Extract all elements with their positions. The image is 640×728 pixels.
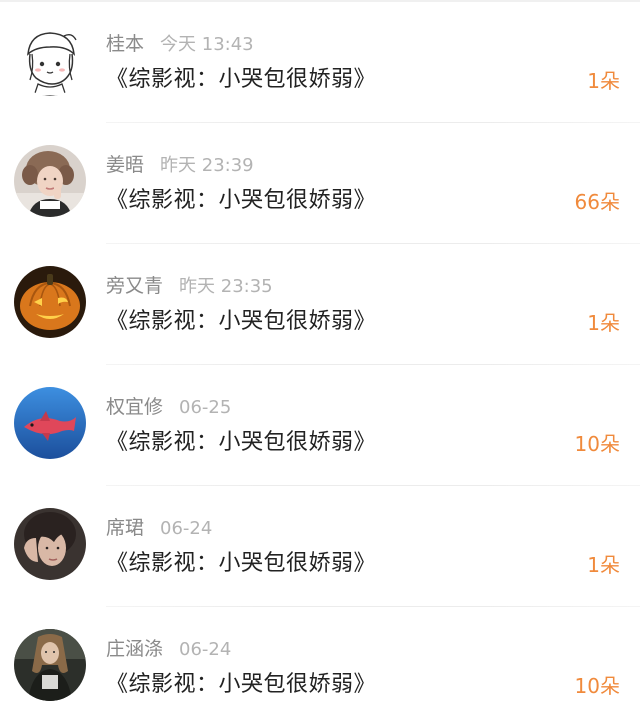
list-item[interactable]: 席珺 06-24 《综影视：小哭包很娇弱》 1朵 [0,486,640,607]
item-meta: 庄涵涤 06-24 [106,635,231,663]
portrait-man-avatar-icon [14,629,86,701]
list-item[interactable]: 旁又青 昨天 23:35 《综影视：小哭包很娇弱》 1朵 [0,244,640,365]
book-title[interactable]: 《综影视：小哭包很娇弱》 [106,185,376,217]
timestamp: 昨天 23:39 [160,155,254,176]
flower-count: 10朵 [574,432,620,456]
avatar[interactable] [14,145,86,217]
item-meta: 姜晤 昨天 23:39 [106,151,254,179]
username[interactable]: 席珺 [106,517,144,539]
username[interactable]: 权宜修 [106,396,163,418]
cartoon-girl-avatar-icon [14,24,86,96]
list-item[interactable]: 桂本 今天 13:43 《综影视：小哭包很娇弱》 1朵 [0,2,640,123]
item-meta: 席珺 06-24 [106,514,212,542]
book-title[interactable]: 《综影视：小哭包很娇弱》 [106,669,376,701]
portrait-boy-avatar-icon [14,508,86,580]
avatar[interactable] [14,266,86,338]
flower-count: 66朵 [574,190,620,214]
avatar[interactable] [14,508,86,580]
flower-count: 1朵 [587,69,620,93]
gift-record-list: 桂本 今天 13:43 《综影视：小哭包很娇弱》 1朵 姜晤 昨天 23:39 … [0,2,640,728]
portrait-girl-avatar-icon [14,145,86,217]
flower-count: 1朵 [587,311,620,335]
list-item[interactable]: 权宜修 06-25 《综影视：小哭包很娇弱》 10朵 [0,365,640,486]
flower-count: 1朵 [587,553,620,577]
book-title[interactable]: 《综影视：小哭包很娇弱》 [106,427,376,459]
list-item[interactable]: 姜晤 昨天 23:39 《综影视：小哭包很娇弱》 66朵 [0,123,640,244]
book-title[interactable]: 《综影视：小哭包很娇弱》 [106,548,376,580]
username[interactable]: 桂本 [106,33,144,55]
timestamp: 06-24 [179,639,232,660]
list-item[interactable]: 庄涵涤 06-24 《综影视：小哭包很娇弱》 10朵 [0,607,640,728]
item-meta: 桂本 今天 13:43 [106,30,254,58]
avatar[interactable] [14,387,86,459]
timestamp: 06-25 [179,397,232,418]
book-title[interactable]: 《综影视：小哭包很娇弱》 [106,64,376,96]
username[interactable]: 庄涵涤 [106,638,163,660]
username[interactable]: 姜晤 [106,154,144,176]
book-title[interactable]: 《综影视：小哭包很娇弱》 [106,306,376,338]
timestamp: 06-24 [160,518,213,539]
timestamp: 昨天 23:35 [179,276,273,297]
fish-avatar-icon [14,387,86,459]
flower-count: 10朵 [574,674,620,698]
item-meta: 旁又青 昨天 23:35 [106,272,273,300]
pumpkin-avatar-icon [14,266,86,338]
avatar[interactable] [14,629,86,701]
item-meta: 权宜修 06-25 [106,393,231,421]
avatar[interactable] [14,24,86,96]
username[interactable]: 旁又青 [106,275,163,297]
timestamp: 今天 13:43 [160,34,254,55]
